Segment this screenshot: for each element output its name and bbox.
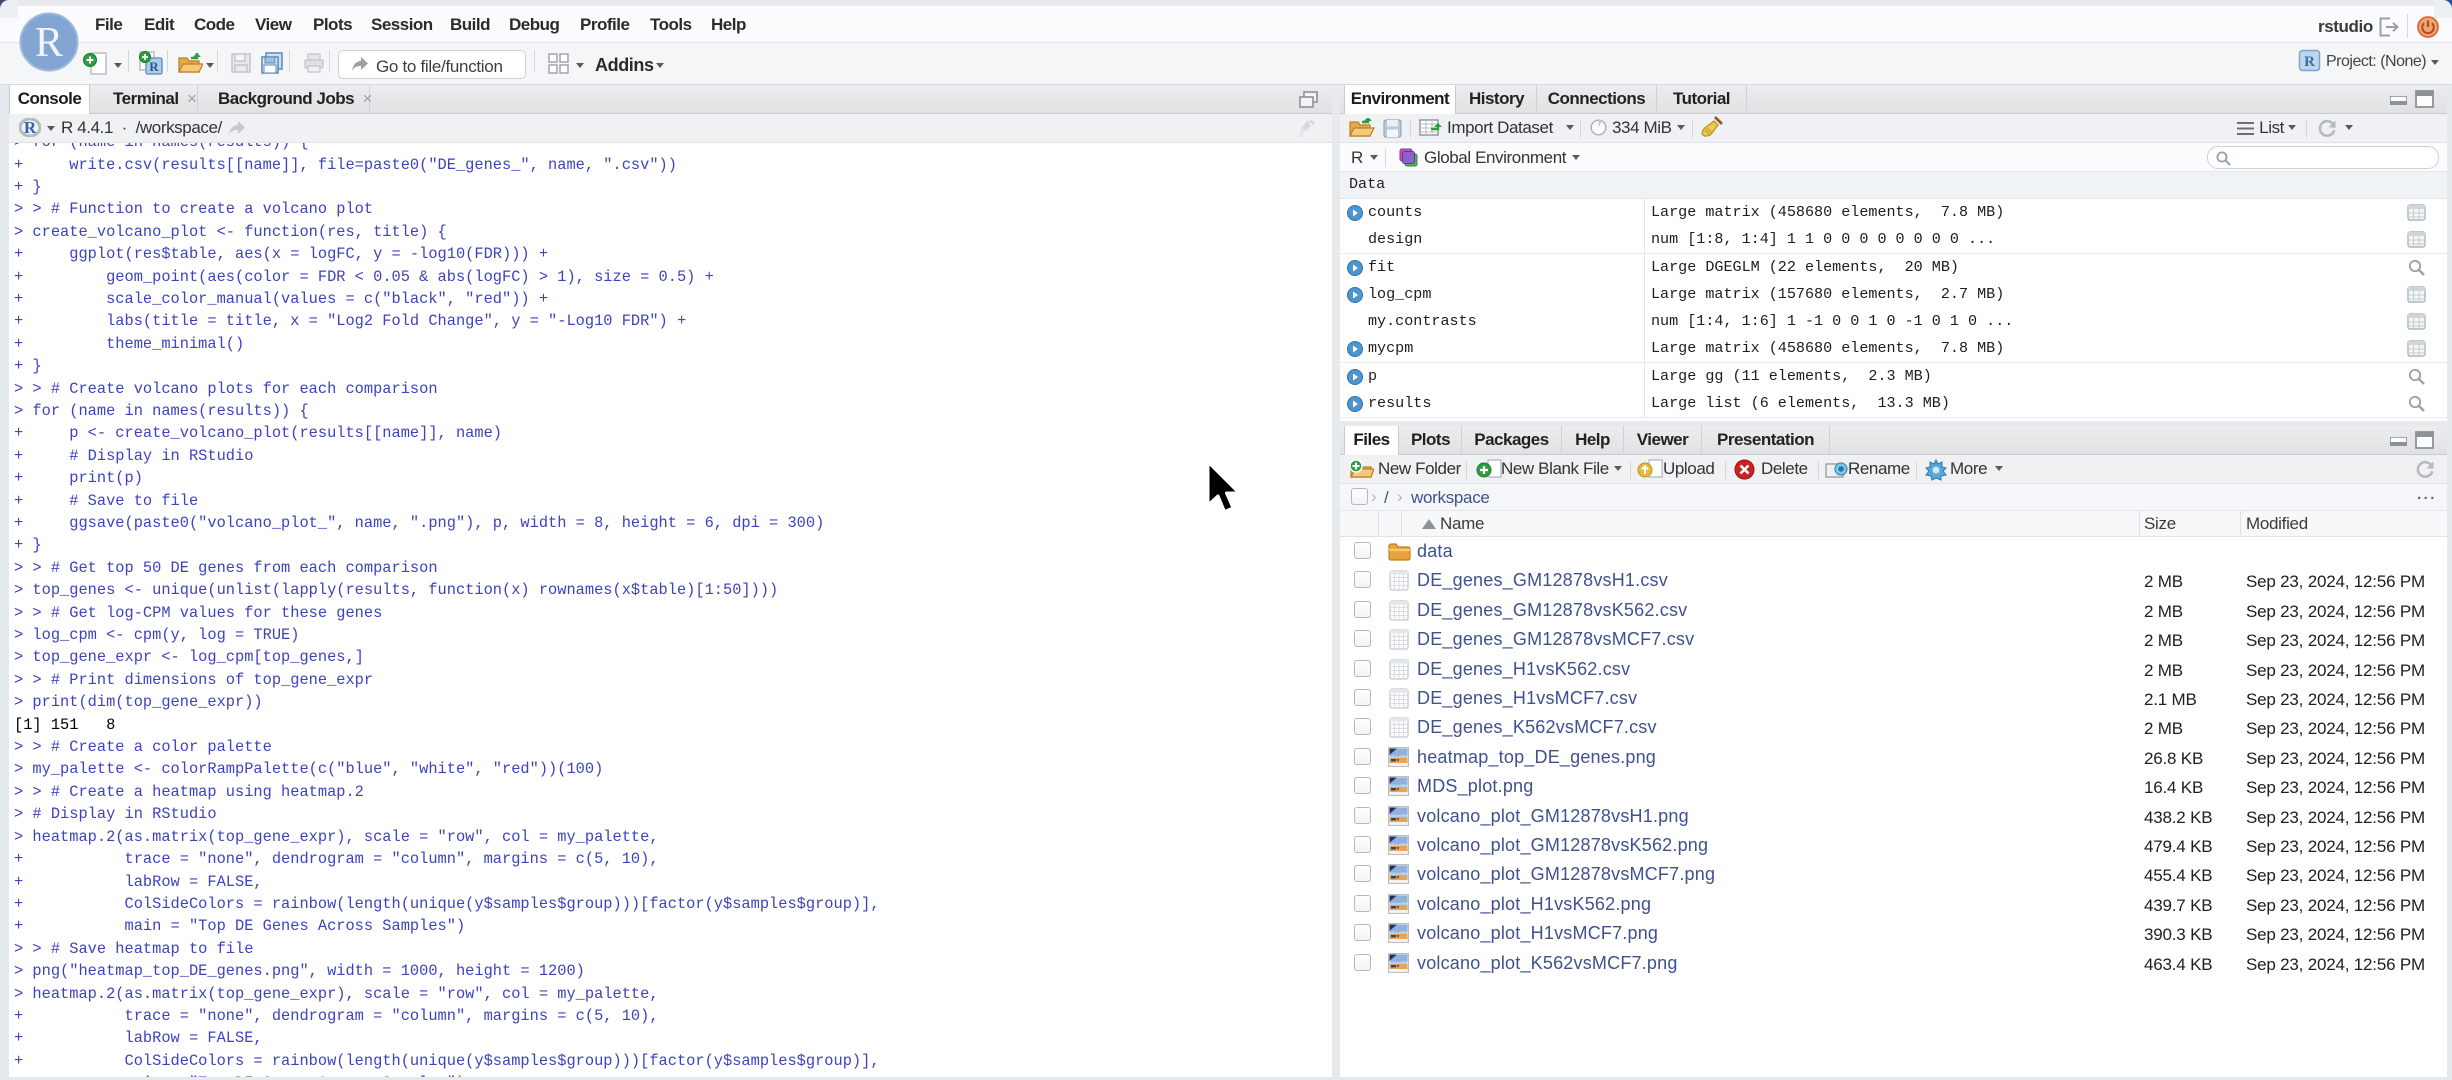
svg-text:R: R — [149, 59, 159, 74]
svg-text:R: R — [24, 118, 37, 137]
svg-text:R: R — [35, 20, 63, 66]
svg-text:R: R — [2304, 54, 2315, 70]
